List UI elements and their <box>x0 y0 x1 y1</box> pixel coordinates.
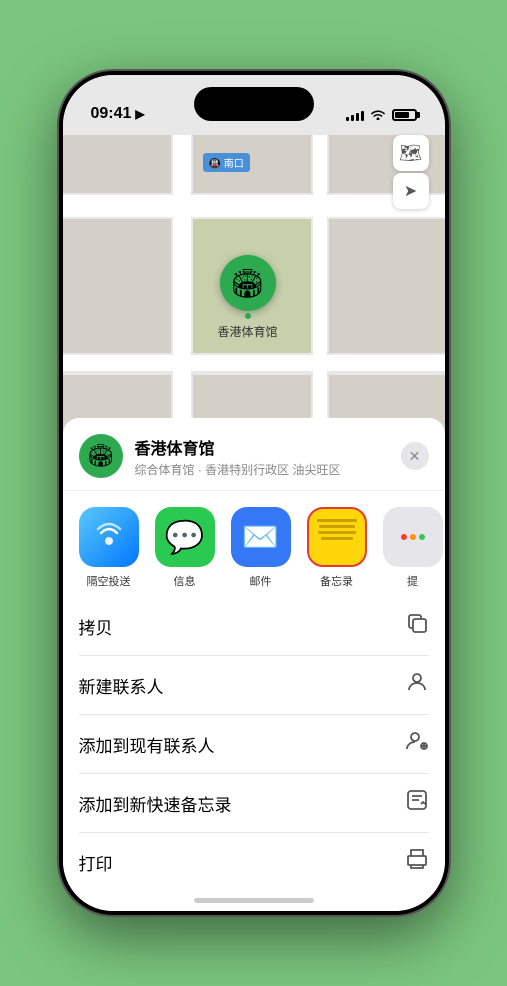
pin-circle: 🏟 <box>220 255 276 311</box>
add-existing-icon <box>405 729 429 759</box>
share-header: 🏟 香港体育馆 综合体育馆 · 香港特别行政区 油尖旺区 ✕ <box>63 418 445 491</box>
messages-icon: 💬 <box>155 507 215 567</box>
dynamic-island <box>194 87 314 121</box>
share-app-messages[interactable]: 💬 信息 <box>155 507 215 589</box>
pin-dot <box>245 313 251 319</box>
add-existing-label: 添加到现有联系人 <box>79 732 215 757</box>
quick-note-icon <box>405 788 429 818</box>
venue-info: 香港体育馆 综合体育馆 · 香港特别行政区 油尖旺区 <box>135 435 401 478</box>
new-contact-icon <box>405 670 429 700</box>
notes-label: 备忘录 <box>320 573 353 589</box>
action-new-contact[interactable]: 新建联系人 <box>79 656 429 715</box>
signal-bars <box>346 109 364 121</box>
map-controls: 🗺 ➤ <box>393 135 429 209</box>
airdrop-icon <box>79 507 139 567</box>
action-quick-note[interactable]: 添加到新快速备忘录 <box>79 774 429 833</box>
more-icon <box>383 507 443 567</box>
print-icon <box>405 847 429 877</box>
location-arrow-icon: ▶ <box>135 107 144 121</box>
close-button[interactable]: ✕ <box>401 442 429 470</box>
phone-frame: 🚇 南口 🗺 ➤ 🏟 香港体育馆 09:41 ▶ <box>59 71 449 915</box>
copy-icon <box>405 611 429 641</box>
print-label: 打印 <box>79 850 113 875</box>
share-app-notes[interactable]: 备忘录 <box>307 507 367 589</box>
map-location-label: 🚇 南口 <box>203 153 250 172</box>
venue-description: 综合体育馆 · 香港特别行政区 油尖旺区 <box>135 461 401 478</box>
venue-icon: 🏟 <box>230 267 266 300</box>
location-button[interactable]: ➤ <box>393 173 429 209</box>
battery-icon <box>392 109 417 121</box>
wifi-icon <box>370 107 386 123</box>
share-apps-row: 隔空投送 💬 信息 ✉️ 邮件 <box>63 491 445 597</box>
notes-icon <box>307 507 367 567</box>
airdrop-label: 隔空投送 <box>87 573 131 589</box>
venue-pin-label: 香港体育馆 <box>218 323 278 340</box>
action-add-existing[interactable]: 添加到现有联系人 <box>79 715 429 774</box>
home-indicator <box>194 898 314 903</box>
mail-icon: ✉️ <box>231 507 291 567</box>
quick-note-label: 添加到新快速备忘录 <box>79 791 232 816</box>
share-app-mail[interactable]: ✉️ 邮件 <box>231 507 291 589</box>
messages-label: 信息 <box>174 573 196 589</box>
venue-pin[interactable]: 🏟 香港体育馆 <box>218 255 278 340</box>
map-toggle-button[interactable]: 🗺 <box>393 135 429 171</box>
action-copy[interactable]: 拷贝 <box>79 597 429 656</box>
copy-label: 拷贝 <box>79 614 113 639</box>
status-time: 09:41 ▶ <box>91 105 145 123</box>
action-print[interactable]: 打印 <box>79 833 429 891</box>
share-app-airdrop[interactable]: 隔空投送 <box>79 507 139 589</box>
phone-screen: 🚇 南口 🗺 ➤ 🏟 香港体育馆 09:41 ▶ <box>63 75 445 911</box>
share-sheet: 🏟 香港体育馆 综合体育馆 · 香港特别行政区 油尖旺区 ✕ <box>63 418 445 911</box>
status-icons <box>346 107 417 123</box>
action-list: 拷贝 新建联系人 <box>63 597 445 891</box>
mail-label: 邮件 <box>250 573 272 589</box>
share-app-more[interactable]: 提 <box>383 507 443 589</box>
venue-avatar: 🏟 <box>79 434 123 478</box>
more-label: 提 <box>407 573 418 589</box>
new-contact-label: 新建联系人 <box>79 673 164 698</box>
venue-name: 香港体育馆 <box>135 435 401 459</box>
